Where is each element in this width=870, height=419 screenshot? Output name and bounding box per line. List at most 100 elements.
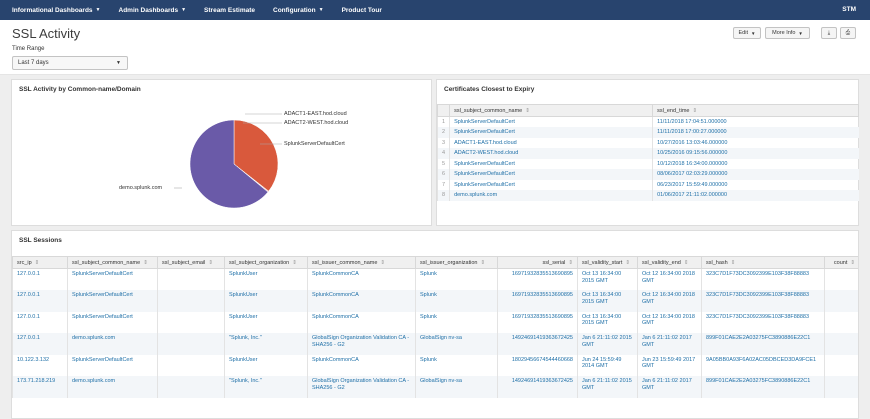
table-cell[interactable]: 18029456674544460668 bbox=[497, 354, 578, 376]
table-cell[interactable]: 323C7D1F73DC3092399E103F38F88883 bbox=[701, 290, 825, 312]
table-cell[interactable] bbox=[824, 268, 858, 290]
table-cell[interactable]: "Splunk, Inc." bbox=[224, 376, 308, 398]
sort-icon[interactable]: ⇕ bbox=[143, 260, 148, 266]
table-cell[interactable]: 899F01CAE2E2A03275FC3890886E22C1 bbox=[701, 376, 825, 398]
table-cell[interactable]: demo.splunk.com bbox=[449, 190, 653, 201]
table-cell[interactable]: SplunkUser bbox=[224, 354, 308, 376]
table-cell[interactable]: SplunkUser bbox=[224, 290, 308, 312]
sort-icon[interactable]: ⇕ bbox=[568, 260, 573, 266]
table-cell[interactable]: demo.splunk.com bbox=[67, 333, 158, 355]
nav-informational-dashboards[interactable]: Informational Dashboards ▼ bbox=[12, 7, 101, 14]
column-header[interactable]: ssl_validity_end ⇕ bbox=[637, 256, 702, 269]
table-cell[interactable] bbox=[157, 354, 225, 376]
nav-admin-dashboards[interactable]: Admin Dashboards ▼ bbox=[119, 7, 187, 14]
column-header[interactable]: src_ip ⇕ bbox=[12, 256, 68, 269]
table-cell[interactable]: Oct 13 16:34:00 2015 GMT bbox=[577, 268, 638, 290]
table-cell[interactable]: SplunkServerDefaultCert bbox=[67, 311, 158, 333]
table-cell[interactable] bbox=[824, 290, 858, 312]
table-cell[interactable] bbox=[824, 333, 858, 355]
table-row[interactable]: 127.0.0.1 SplunkServerDefaultCert SplunkUs… bbox=[12, 268, 858, 290]
table-row[interactable]: 127.0.0.1 demo.splunk.com "Splunk, Inc." Gl… bbox=[12, 333, 858, 355]
table-cell[interactable]: Jun 24 15:59:49 2014 GMT bbox=[577, 354, 638, 376]
table-cell[interactable]: 16971932835513690895 bbox=[497, 311, 578, 333]
table-cell[interactable]: "Splunk, Inc." bbox=[224, 333, 308, 355]
table-cell[interactable]: SplunkUser bbox=[224, 268, 308, 290]
table-cell[interactable]: Jan 6 21:11:02 2017 GMT bbox=[637, 333, 702, 355]
table-cell[interactable]: Jan 6 21:11:02 2015 GMT bbox=[577, 333, 638, 355]
table-cell[interactable]: 127.0.0.1 bbox=[12, 268, 68, 290]
table-cell[interactable]: Oct 12 16:34:00 2018 GMT bbox=[637, 290, 702, 312]
table-cell[interactable]: 10.122.3.132 bbox=[12, 354, 68, 376]
sort-icon[interactable]: ⇕ bbox=[208, 260, 213, 266]
table-cell[interactable]: Oct 13 16:34:00 2015 GMT bbox=[577, 290, 638, 312]
table-cell[interactable] bbox=[157, 333, 225, 355]
table-cell[interactable]: 16971932835513690895 bbox=[497, 268, 578, 290]
nav-product-tour[interactable]: Product Tour bbox=[342, 7, 382, 14]
table-cell[interactable]: SplunkServerDefaultCert bbox=[67, 290, 158, 312]
sort-icon[interactable]: ⇕ bbox=[684, 260, 689, 266]
table-cell[interactable] bbox=[824, 311, 858, 333]
table-cell[interactable]: SplunkServerDefaultCert bbox=[449, 169, 653, 180]
table-cell[interactable]: SplunkServerDefaultCert bbox=[449, 127, 653, 138]
table-row[interactable]: 5 SplunkServerDefaultCert 10/12/2018 16:34… bbox=[436, 158, 859, 169]
table-cell[interactable]: GlobalSign Organization Validation CA - … bbox=[307, 376, 416, 398]
table-cell[interactable]: SplunkCommonCA bbox=[307, 311, 416, 333]
table-cell[interactable]: SplunkServerDefaultCert bbox=[67, 268, 158, 290]
table-row[interactable]: 8 demo.splunk.com 01/06/2017 21:11:02.0000… bbox=[436, 190, 859, 201]
column-header[interactable]: ssl_subject_organization ⇕ bbox=[224, 256, 308, 269]
table-cell[interactable]: 16971932835513690895 bbox=[497, 290, 578, 312]
table-row[interactable]: 4 ADACT2-WEST.hod.cloud 10/25/2016 09:15:5… bbox=[436, 148, 859, 159]
column-header[interactable]: count ⇕ bbox=[824, 256, 858, 269]
table-cell[interactable]: ADACT2-WEST.hod.cloud bbox=[449, 148, 653, 159]
nav-configuration[interactable]: Configuration ▼ bbox=[273, 7, 324, 14]
column-header[interactable]: ssl_end_time ⇕ bbox=[652, 104, 859, 117]
table-cell[interactable] bbox=[157, 376, 225, 398]
sort-icon[interactable]: ⇕ bbox=[625, 260, 630, 266]
table-cell[interactable]: Jan 6 21:11:02 2015 GMT bbox=[577, 376, 638, 398]
table-cell[interactable]: Oct 12 16:34:00 2018 GMT bbox=[637, 311, 702, 333]
table-cell[interactable]: SplunkServerDefaultCert bbox=[449, 158, 653, 169]
table-cell[interactable]: ADACT1-EAST.hod.cloud bbox=[449, 137, 653, 148]
table-row[interactable]: 6 SplunkServerDefaultCert 08/06/2017 02:03… bbox=[436, 169, 859, 180]
table-cell[interactable]: 14924691419363672425 bbox=[497, 333, 578, 355]
column-header[interactable]: ssl_issuer_organization ⇕ bbox=[415, 256, 498, 269]
table-cell[interactable]: 127.0.0.1 bbox=[12, 311, 68, 333]
table-cell[interactable]: GlobalSign nv-sa bbox=[415, 376, 498, 398]
table-cell[interactable]: Jun 23 15:59:49 2017 GMT bbox=[637, 354, 702, 376]
table-cell[interactable]: SplunkServerDefaultCert bbox=[449, 179, 653, 190]
table-cell[interactable]: SplunkUser bbox=[224, 311, 308, 333]
table-cell[interactable]: 127.0.0.1 bbox=[12, 290, 68, 312]
table-cell[interactable]: 11/11/2018 17:04:51.000000 bbox=[652, 116, 859, 127]
table-cell[interactable]: 323C7D1F73DC3092399E103F38F88883 bbox=[701, 311, 825, 333]
table-row[interactable]: 127.0.0.1 SplunkServerDefaultCert SplunkUs… bbox=[12, 311, 858, 333]
table-cell[interactable] bbox=[157, 311, 225, 333]
table-row[interactable]: 1 SplunkServerDefaultCert 11/11/2018 17:04… bbox=[436, 116, 859, 127]
table-cell[interactable] bbox=[824, 376, 858, 398]
table-cell[interactable]: demo.splunk.com bbox=[67, 376, 158, 398]
table-cell[interactable]: 9A05BB0A93F6A02AC05DBCED3DA9FCE1 bbox=[701, 354, 825, 376]
nav-stream-estimate[interactable]: Stream Estimate bbox=[204, 7, 255, 14]
table-row[interactable]: 10.122.3.132 SplunkServerDefaultCert Splun… bbox=[12, 354, 858, 376]
table-cell[interactable]: Splunk bbox=[415, 311, 498, 333]
sort-icon[interactable]: ⇕ bbox=[692, 108, 697, 114]
table-row[interactable]: 2 SplunkServerDefaultCert 11/11/2018 17:00… bbox=[436, 127, 859, 138]
table-cell[interactable]: Jan 6 21:11:02 2017 GMT bbox=[637, 376, 702, 398]
table-cell[interactable]: 127.0.0.1 bbox=[12, 333, 68, 355]
table-cell[interactable]: 01/06/2017 21:11:02.000000 bbox=[652, 190, 859, 201]
table-row[interactable]: 7 SplunkServerDefaultCert 06/23/2017 15:59… bbox=[436, 179, 859, 190]
time-range-picker[interactable]: Last 7 days ▼ bbox=[12, 56, 128, 70]
table-cell[interactable] bbox=[157, 268, 225, 290]
table-cell[interactable]: SplunkServerDefaultCert bbox=[67, 354, 158, 376]
table-cell[interactable]: SplunkCommonCA bbox=[307, 354, 416, 376]
table-cell[interactable]: 323C7D1F73DC3092399E103F38F88883 bbox=[701, 268, 825, 290]
table-cell[interactable]: GlobalSign Organization Validation CA - … bbox=[307, 333, 416, 355]
column-header[interactable]: ssl_subject_email ⇕ bbox=[157, 256, 225, 269]
table-cell[interactable]: GlobalSign nv-sa bbox=[415, 333, 498, 355]
table-cell[interactable]: Oct 13 16:34:00 2015 GMT bbox=[577, 311, 638, 333]
column-header[interactable]: ssl_subject_common_name ⇕ bbox=[67, 256, 158, 269]
table-cell[interactable]: 10/12/2018 16:34:00.000000 bbox=[652, 158, 859, 169]
table-cell[interactable]: 10/27/2016 13:03:46.000000 bbox=[652, 137, 859, 148]
sort-icon[interactable]: ⇕ bbox=[35, 260, 40, 266]
table-row[interactable]: 127.0.0.1 SplunkServerDefaultCert SplunkUs… bbox=[12, 290, 858, 312]
table-cell[interactable]: Splunk bbox=[415, 268, 498, 290]
